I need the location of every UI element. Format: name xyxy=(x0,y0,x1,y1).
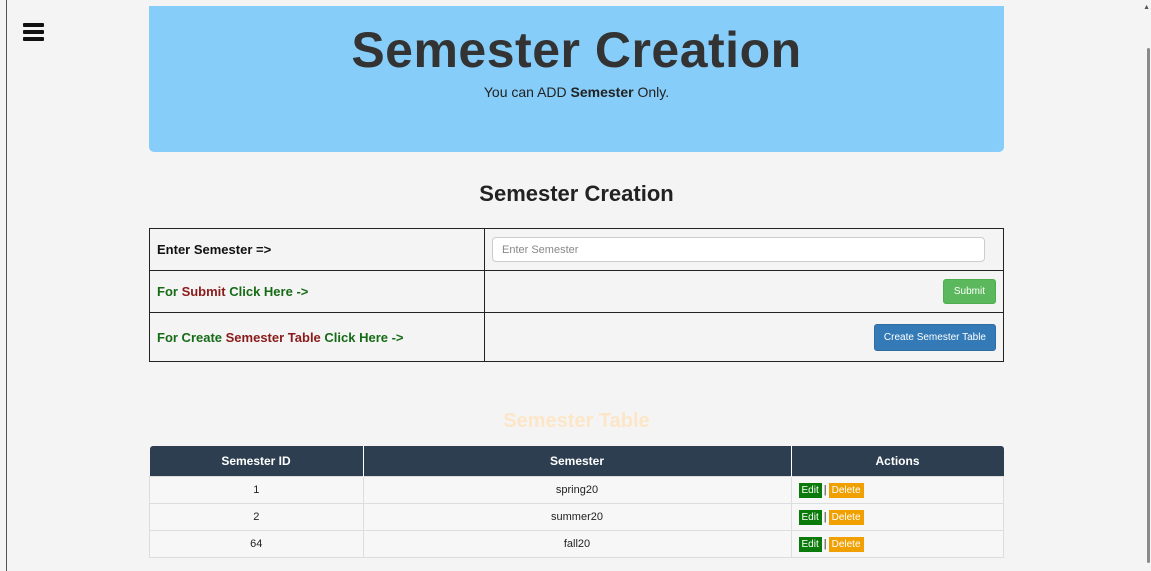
semester-input-cell xyxy=(484,228,1004,271)
cell-semester-id: 64 xyxy=(149,530,364,558)
action-separator: | xyxy=(823,483,827,496)
table-row: 2 summer20 Edit | Delete xyxy=(149,503,1004,531)
vertical-scrollbar[interactable]: ▲ xyxy=(1143,0,1151,571)
page: ▲ Semester Creation You can ADD Semester… xyxy=(0,0,1151,571)
subtitle-bold-text: Semester xyxy=(570,84,634,100)
action-separator: | xyxy=(823,510,827,523)
submit-label-part-c: Click Here -> xyxy=(225,284,309,299)
edit-button[interactable]: Edit xyxy=(798,536,822,552)
delete-button[interactable]: Delete xyxy=(828,536,864,552)
create-label-part-a: For Create xyxy=(157,329,226,345)
cell-semester: spring20 xyxy=(362,476,792,504)
submit-button-cell: Submit xyxy=(484,270,1004,313)
delete-button[interactable]: Delete xyxy=(828,482,864,498)
create-table-button-cell: Create Semester Table xyxy=(484,312,1004,362)
edit-button[interactable]: Edit xyxy=(798,482,822,498)
create-semester-table-button[interactable]: Create Semester Table xyxy=(873,323,996,351)
scroll-up-arrow-icon[interactable]: ▲ xyxy=(1143,4,1150,11)
cell-semester: summer20 xyxy=(362,503,792,531)
column-header-semester: Semester xyxy=(362,446,791,477)
form-row-create-table: For Create Semester Table Click Here -> … xyxy=(149,312,1004,362)
scrollbar-thumb[interactable] xyxy=(1147,48,1150,563)
cell-semester: fall20 xyxy=(362,530,792,558)
create-label-part-c: Click Here -> xyxy=(320,329,404,345)
form-row-enter-semester: Enter Semester => xyxy=(149,228,1004,271)
table-row: 64 fall20 Edit | Delete xyxy=(149,530,1004,558)
semester-form-table: Enter Semester => For Submit Click Here … xyxy=(149,228,1004,362)
form-row-submit: For Submit Click Here -> Submit xyxy=(149,270,1004,313)
semester-input[interactable] xyxy=(492,237,985,262)
submit-button[interactable]: Submit xyxy=(942,279,996,304)
cell-actions: Edit | Delete xyxy=(790,476,1004,504)
column-header-actions: Actions xyxy=(790,446,1004,477)
form-section-title: Semester Creation xyxy=(479,181,674,206)
create-table-row-label: For Create Semester Table Click Here -> xyxy=(149,312,485,362)
edit-button[interactable]: Edit xyxy=(798,509,822,525)
subtitle-suffix-text: Only. xyxy=(633,84,670,100)
submit-label-part-a: For xyxy=(157,284,182,299)
table-row: 1 spring20 Edit | Delete xyxy=(149,476,1004,504)
subtitle-text: You can ADD xyxy=(483,84,571,100)
delete-button[interactable]: Delete xyxy=(828,509,864,525)
semester-table-title: Semester Table xyxy=(503,410,650,432)
submit-label-part-b: Submit xyxy=(181,284,226,299)
cell-semester-id: 1 xyxy=(149,476,364,504)
create-label-part-b: Semester Table xyxy=(225,329,321,345)
semester-data-table: Semester ID Semester Actions 1 spring20 … xyxy=(149,446,1004,558)
enter-semester-label: Enter Semester => xyxy=(149,228,485,271)
cell-actions: Edit | Delete xyxy=(790,530,1004,558)
cell-semester-id: 2 xyxy=(149,503,364,531)
page-title: Semester Creation xyxy=(351,22,802,78)
hamburger-menu-icon[interactable] xyxy=(23,23,44,41)
page-subtitle: You can ADD Semester Only. xyxy=(149,84,1004,100)
action-separator: | xyxy=(823,537,827,550)
column-header-semester-id: Semester ID xyxy=(149,446,363,477)
window-left-edge xyxy=(6,0,7,571)
page-header-banner: Semester Creation You can ADD Semester O… xyxy=(149,6,1004,152)
cell-actions: Edit | Delete xyxy=(790,503,1004,531)
submit-row-label: For Submit Click Here -> xyxy=(149,270,485,313)
table-header-row: Semester ID Semester Actions xyxy=(149,446,1004,477)
